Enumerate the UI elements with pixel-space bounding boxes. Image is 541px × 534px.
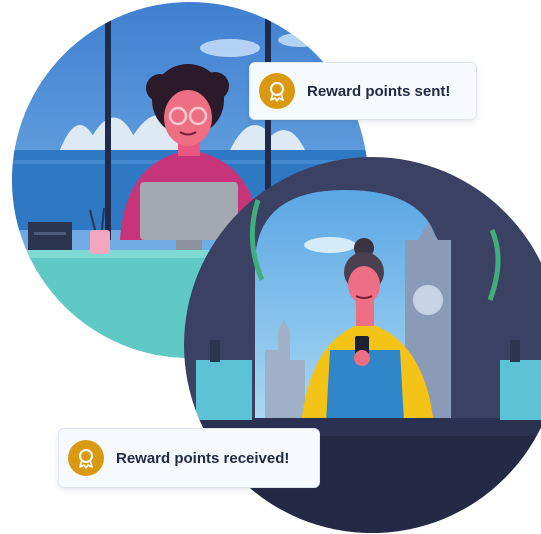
reward-received-notification: Reward points received! [58, 428, 320, 488]
notification-text: Reward points received! [116, 449, 290, 467]
award-medal-icon [68, 440, 104, 476]
notification-text: Reward points sent! [307, 82, 451, 100]
reward-sent-notification: Reward points sent! [249, 62, 477, 120]
award-medal-icon [259, 73, 295, 109]
